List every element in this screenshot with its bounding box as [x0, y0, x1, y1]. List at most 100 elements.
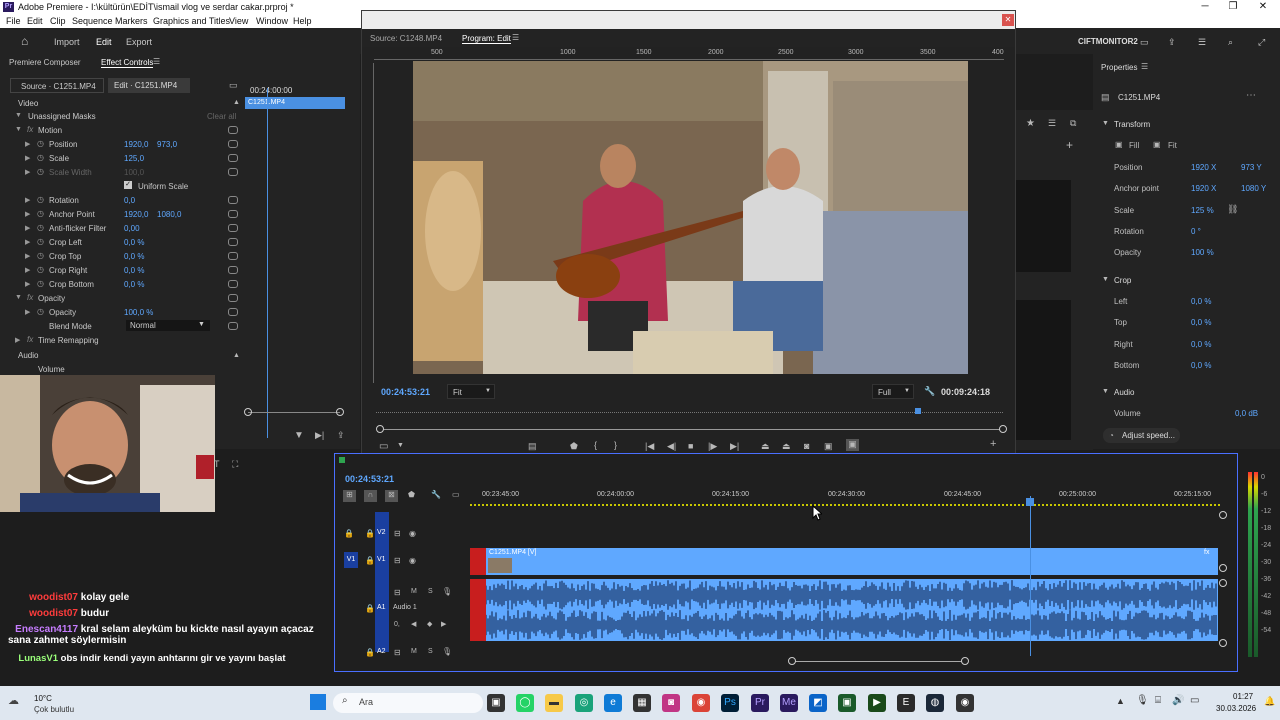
zoom-scrollbar[interactable] [248, 412, 340, 413]
photoshop-icon[interactable]: Ps [721, 694, 739, 712]
opacity-value[interactable]: 100 % [1191, 248, 1214, 257]
menu-help[interactable]: Help [293, 16, 312, 26]
chevron-down-icon[interactable]: ▼ [15, 112, 22, 119]
network-icon[interactable]: ⌸ [1155, 695, 1161, 706]
taskbar-time[interactable]: 01:27 [1233, 692, 1253, 701]
tab-premiere-composer[interactable]: Premiere Composer [9, 58, 81, 67]
mute-button[interactable]: M [411, 648, 417, 655]
menu-markers[interactable]: Markers [115, 16, 148, 26]
blend-mode-select[interactable]: Normal ▼ [126, 320, 210, 331]
reset-icon[interactable] [228, 196, 238, 204]
add-marker-icon[interactable]: ⬟ [570, 441, 578, 452]
copilot-icon[interactable]: ◎ [575, 694, 593, 712]
multicam-icon[interactable]: ▣ [846, 439, 859, 451]
reset-icon[interactable] [228, 224, 238, 232]
track-scroll-handle[interactable] [1219, 579, 1227, 587]
param-value[interactable]: 1920,0 [124, 140, 148, 149]
app-icon[interactable]: ◩ [809, 694, 827, 712]
panel-menu-icon[interactable]: ☰ [153, 57, 160, 66]
position-y[interactable]: 973 Y [1241, 163, 1262, 172]
menu-clip[interactable]: Clip [50, 16, 66, 26]
chevron-down-icon[interactable]: ▼ [1102, 120, 1109, 127]
sync-lock-icon[interactable]: ⊟ [394, 556, 401, 565]
stopwatch-icon[interactable]: ◷ [37, 223, 44, 232]
stopwatch-icon[interactable]: ◷ [37, 139, 44, 148]
reset-icon[interactable] [228, 126, 238, 134]
chevron-down-icon[interactable]: ▼ [15, 294, 22, 301]
add-icon[interactable]: + [1066, 138, 1073, 152]
menu-edit[interactable]: Edit [27, 16, 43, 26]
reset-icon[interactable] [228, 322, 238, 330]
volume-icon[interactable]: 🔊 [1172, 695, 1184, 706]
mute-button[interactable]: M [411, 588, 417, 595]
reset-icon[interactable] [228, 294, 238, 302]
notification-icon[interactable]: 🔔 [1264, 696, 1275, 707]
menu-sequence[interactable]: Sequence [72, 16, 113, 26]
transform-section[interactable]: Transform [1114, 120, 1150, 129]
stopwatch-icon[interactable]: ◷ [37, 209, 44, 218]
zoom-handle-left[interactable] [376, 425, 384, 433]
effect-param-row[interactable]: ▶ ◷ Crop Bottom 0,0 % [0, 278, 245, 292]
crop-right-value[interactable]: 0,0 % [1191, 340, 1211, 349]
effect-param-row[interactable]: ▶ ◷ Crop Top 0,0 % [0, 250, 245, 264]
clip-bar[interactable]: C1251.MP4 [245, 97, 345, 109]
track-a1-label[interactable]: A1 [377, 604, 386, 611]
premiere-taskbar-icon[interactable]: Pr [751, 694, 769, 712]
stopwatch-icon[interactable]: ◷ [37, 307, 44, 316]
effect-param-row[interactable]: Blend Mode Normal ▼ [0, 320, 245, 334]
effect-param-row[interactable]: ▶ ◷ Rotation 0,0 [0, 194, 245, 208]
extract-icon[interactable]: ⏏ [782, 441, 791, 452]
nvidia-icon[interactable]: ▣ [838, 694, 856, 712]
crop-tool-icon[interactable]: ⛶ [232, 459, 238, 470]
play-only-audio-icon[interactable]: ▶| [315, 430, 324, 441]
tab-effect-controls[interactable]: Effect Controls [101, 58, 154, 68]
wrench-icon[interactable]: 🔧 [924, 386, 935, 397]
stopwatch-icon[interactable]: ◷ [37, 237, 44, 246]
timeline-zoom-bar[interactable] [795, 661, 965, 662]
settings-icon[interactable]: ▭ [379, 441, 388, 452]
fit-label[interactable]: Fit [1168, 141, 1177, 150]
fill-icon[interactable]: ▣ [1115, 140, 1123, 149]
home-icon[interactable]: ⌂ [21, 34, 28, 48]
track-scroll-handle[interactable] [1219, 511, 1227, 519]
terminal-icon[interactable]: ▶ [868, 694, 886, 712]
effect-param-row[interactable]: ▼ fx Motion [0, 124, 245, 138]
whatsapp-icon[interactable]: ◯ [516, 694, 534, 712]
crop-section[interactable]: Crop [1114, 276, 1131, 285]
scale-value[interactable]: 125 % [1191, 206, 1214, 215]
captions-icon[interactable]: ▤ [528, 441, 537, 452]
reset-icon[interactable] [228, 280, 238, 288]
mini-playhead[interactable] [915, 408, 921, 414]
effect-param-row[interactable]: ▶ ◷ Scale 125,0 [0, 152, 245, 166]
crop-bottom-value[interactable]: 0,0 % [1191, 361, 1211, 370]
chevron-right-icon[interactable]: ▶ [25, 266, 30, 274]
effect-param-row[interactable]: ▶ ◷ Anti-flicker Filter 0,00 [0, 222, 245, 236]
go-to-in-icon[interactable]: |◀ [645, 441, 654, 452]
media-encoder-icon[interactable]: Me [780, 694, 798, 712]
battery-icon[interactable]: ▭ [1190, 695, 1199, 706]
panel-menu-icon[interactable]: ☰ [512, 33, 519, 42]
chevron-right-icon[interactable]: ▶ [25, 168, 30, 176]
effect-param-row[interactable]: ▶ ◷ Crop Right 0,0 % [0, 264, 245, 278]
effect-param-row[interactable]: ▶ fx Time Remapping [0, 334, 245, 348]
collapse-up-icon[interactable]: ▲ [233, 99, 240, 106]
track-scroll-handle[interactable] [1219, 564, 1227, 572]
fx-icon[interactable]: fx [27, 125, 33, 134]
menu-file[interactable]: File [6, 16, 21, 26]
effect-param-row[interactable]: ✓ Uniform Scale [0, 180, 245, 194]
lock-icon[interactable]: 🔒 [365, 604, 375, 613]
chevron-right-icon[interactable]: ▶ [25, 140, 30, 148]
crop-top-value[interactable]: 0,0 % [1191, 318, 1211, 327]
microphone-icon[interactable]: 🎙 [442, 647, 452, 656]
sync-lock-icon[interactable]: ⊟ [394, 588, 401, 597]
microphone-icon[interactable]: 🎙 [1136, 695, 1149, 706]
video-clip[interactable]: C1251.MP4 [V] fx [486, 548, 1218, 575]
chevron-right-icon[interactable]: ▶ [25, 210, 30, 218]
comparison-view-icon[interactable]: ▣ [824, 441, 833, 452]
mark-in-icon[interactable]: { [594, 440, 597, 450]
star-icon[interactable]: ★ [1026, 118, 1035, 129]
param-value[interactable]: 100,0 [124, 168, 144, 177]
param-value[interactable]: 0,0 [124, 196, 135, 205]
new-bin-icon[interactable]: ⧉ [1070, 118, 1076, 129]
chevron-down-icon[interactable]: ▼ [1102, 276, 1109, 283]
